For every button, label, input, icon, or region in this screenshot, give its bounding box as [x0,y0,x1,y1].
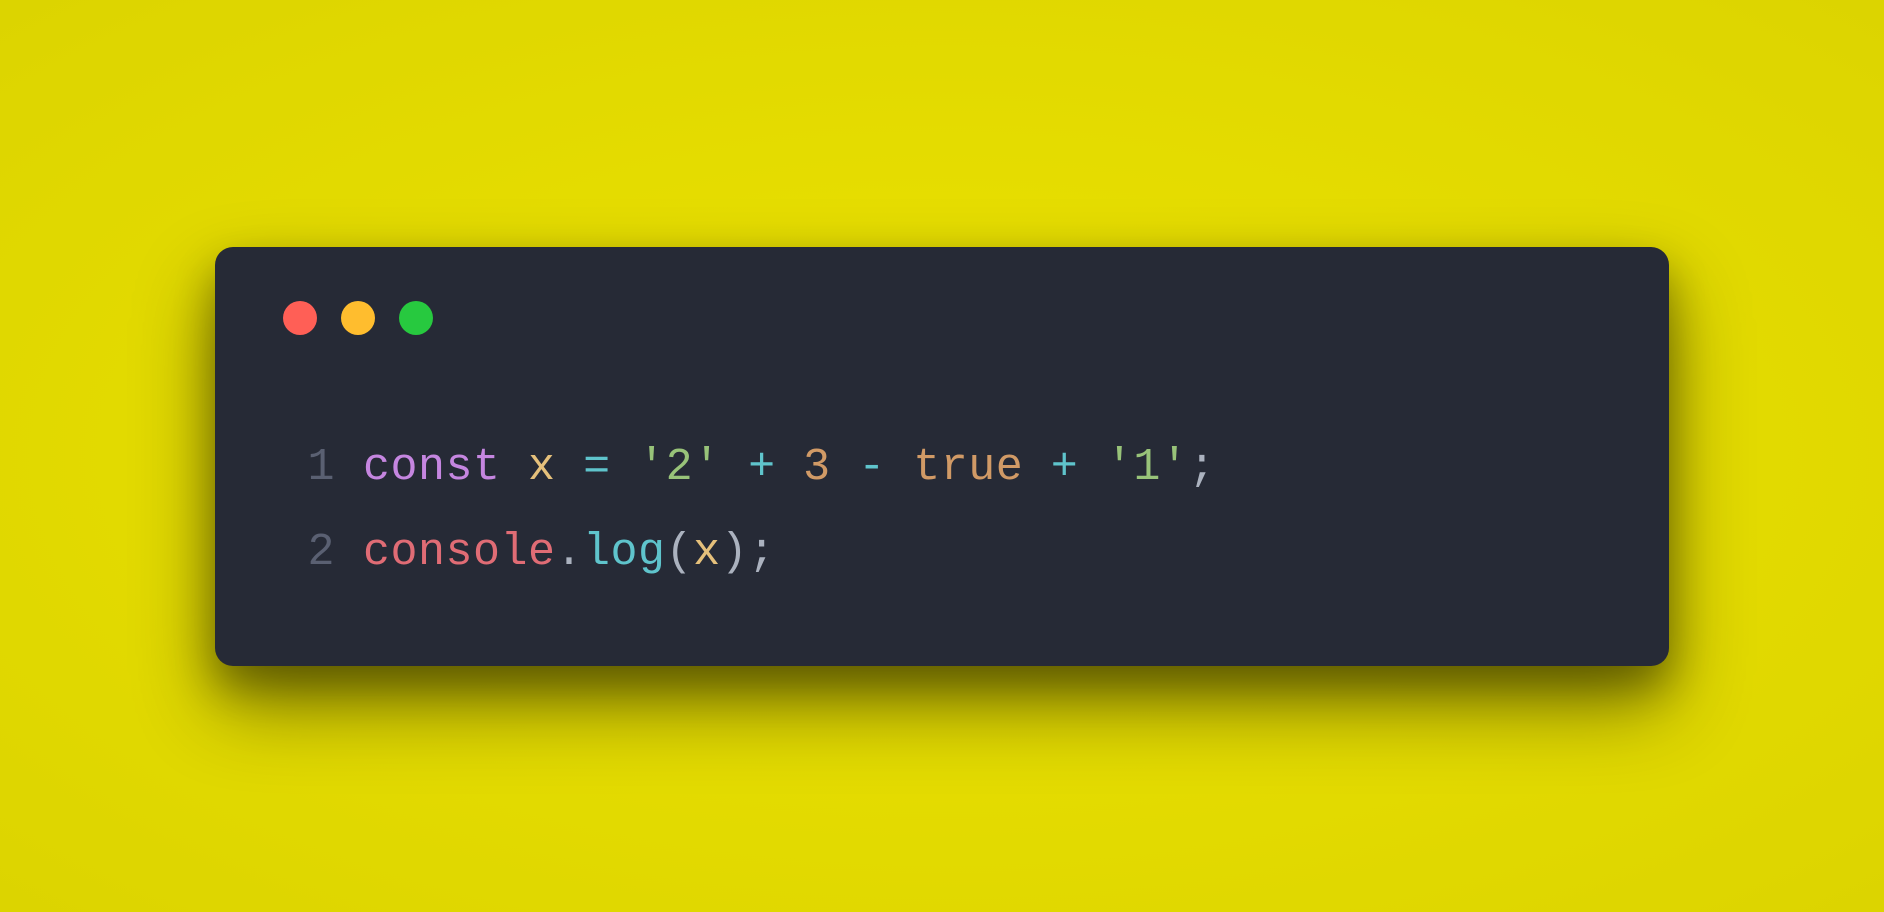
line-content: console.log(x); [363,510,776,596]
code-token: . [556,527,584,578]
code-editor[interactable]: 1 const x = '2' + 3 - true + '1'; 2 console… [275,425,1609,596]
code-token: '2' [638,442,721,493]
code-line: 2 console.log(x); [275,510,1609,596]
code-token [1023,442,1051,493]
code-window: 1 const x = '2' + 3 - true + '1'; 2 console… [215,247,1669,666]
code-token: log [583,527,666,578]
line-number: 1 [275,425,335,511]
code-token: ; [1188,442,1216,493]
code-token [886,442,914,493]
code-token: - [858,442,886,493]
minimize-icon[interactable] [341,301,375,335]
code-line: 1 const x = '2' + 3 - true + '1'; [275,425,1609,511]
code-token: const [363,442,501,493]
code-token [611,442,639,493]
code-token [831,442,859,493]
code-token: 3 [803,442,831,493]
line-number: 2 [275,510,335,596]
code-token: + [748,442,776,493]
code-token [721,442,749,493]
code-token: x [693,527,721,578]
code-token: + [1051,442,1079,493]
close-icon[interactable] [283,301,317,335]
code-token [776,442,804,493]
line-content: const x = '2' + 3 - true + '1'; [363,425,1216,511]
code-token: true [913,442,1023,493]
code-token [501,442,529,493]
code-token: ) [721,527,749,578]
code-token [1078,442,1106,493]
code-token: ; [748,527,776,578]
code-token [556,442,584,493]
code-token: '1' [1106,442,1189,493]
code-token: x [528,442,556,493]
code-token: = [583,442,611,493]
maximize-icon[interactable] [399,301,433,335]
code-token: ( [666,527,694,578]
traffic-lights [283,301,1609,335]
code-token: console [363,527,556,578]
